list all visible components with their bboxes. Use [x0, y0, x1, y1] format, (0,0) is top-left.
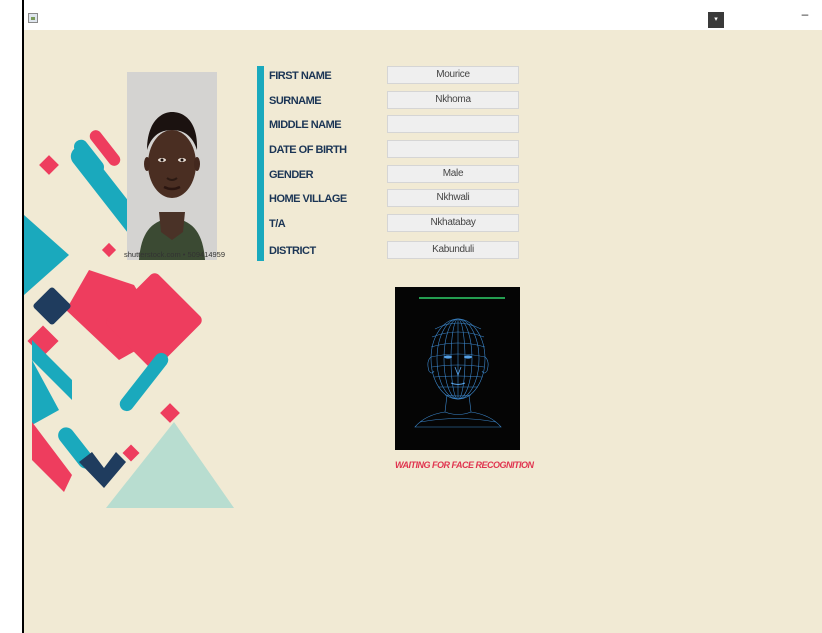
form-accent-bar	[257, 66, 264, 261]
home-village-label: HOME VILLAGE	[269, 193, 347, 205]
face-scan-panel	[395, 287, 520, 450]
ta-field[interactable]: Nkhatabay	[387, 214, 519, 232]
title-bar: ▾ –	[24, 0, 822, 30]
main-content: shutterstock.com • 509414959 FIRST NAME …	[24, 30, 822, 633]
home-village-field[interactable]: Nkhwali	[387, 189, 519, 207]
surname-field[interactable]: Nkhoma	[387, 91, 519, 109]
district-label: DISTRICT	[269, 245, 316, 257]
date-of-birth-field[interactable]	[387, 140, 519, 158]
face-scan-wireframe-icon	[395, 287, 520, 450]
date-of-birth-label: DATE OF BIRTH	[269, 144, 347, 156]
portrait-image	[127, 72, 217, 260]
minimize-button[interactable]: –	[798, 6, 812, 22]
gender-field[interactable]: Male	[387, 165, 519, 183]
ta-label: T/A	[269, 218, 286, 230]
photo-watermark-caption: shutterstock.com • 509414959	[124, 250, 226, 259]
middle-name-field[interactable]	[387, 115, 519, 133]
dropdown-button[interactable]: ▾	[708, 12, 724, 28]
gender-label: GENDER	[269, 169, 314, 181]
java-app-icon	[28, 13, 38, 23]
surname-label: SURNAME	[269, 95, 322, 107]
middle-name-label: MIDDLE NAME	[269, 119, 342, 131]
first-name-field[interactable]: Mourice	[387, 66, 519, 84]
recognition-status-text: WAITING FOR FACE RECOGNITION	[395, 460, 534, 470]
person-photo	[127, 72, 217, 260]
first-name-label: FIRST NAME	[269, 70, 332, 82]
district-field[interactable]: Kabunduli	[387, 241, 519, 259]
